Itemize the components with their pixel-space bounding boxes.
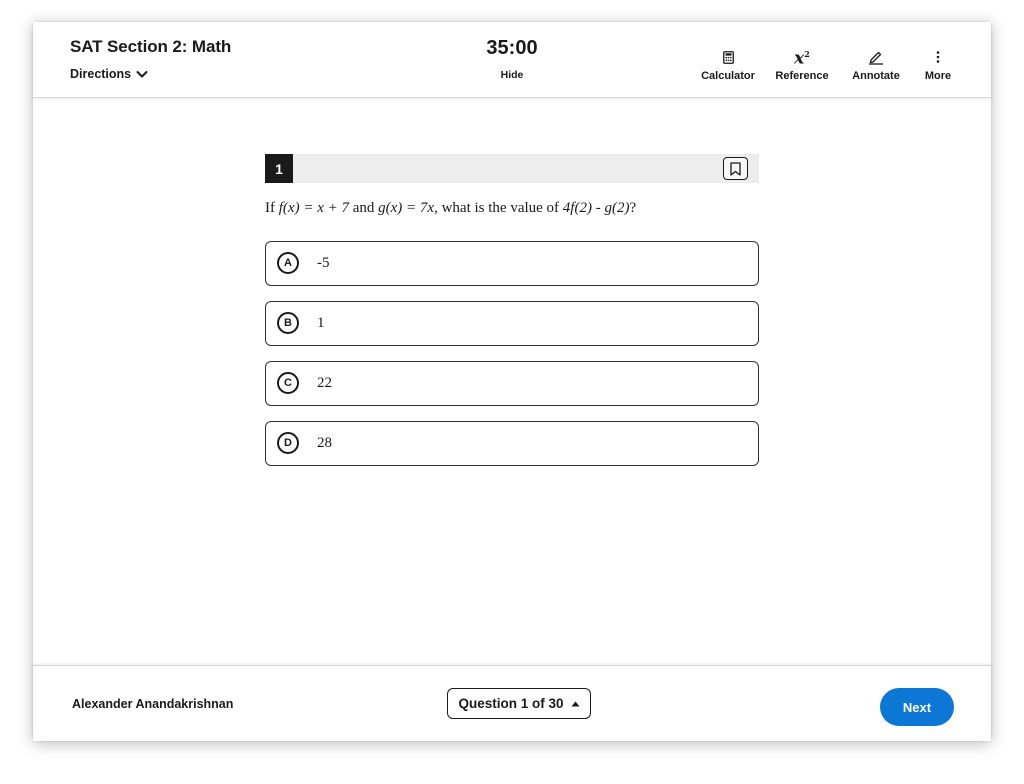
mark-for-review-button[interactable] — [723, 157, 748, 180]
calculator-button[interactable]: Calculator — [700, 48, 756, 82]
bookmark-icon — [730, 161, 741, 176]
more-label: More — [924, 70, 952, 82]
formula-icon-exponent: 2 — [804, 49, 810, 60]
calculator-label: Calculator — [701, 70, 755, 82]
pen-icon — [869, 51, 883, 65]
answer-choice-d[interactable]: D 28 — [265, 421, 759, 466]
formula-icon: x2 — [794, 46, 810, 68]
choice-value-d: 28 — [317, 435, 332, 451]
answer-choice-a[interactable]: A -5 — [265, 241, 759, 286]
annotate-label: Annotate — [852, 70, 900, 82]
vertical-dots-icon — [936, 51, 940, 63]
question-stem: If f(x) = x + 7 and g(x) = 7x, what is t… — [265, 200, 765, 217]
formula-icon-symbol: x — [794, 48, 805, 69]
choice-letter-c: C — [277, 372, 299, 394]
reference-button[interactable]: x2 Reference — [774, 48, 830, 82]
question-navigator-label: Question 1 of 30 — [458, 696, 564, 711]
chevron-down-icon — [136, 70, 148, 77]
choice-letter-b: B — [277, 312, 299, 334]
choice-value-b: 1 — [317, 315, 325, 331]
choice-value-a: -5 — [317, 255, 330, 271]
header-bar: SAT Section 2: Math Directions 35:00 Hid… — [33, 22, 991, 98]
section-title: SAT Section 2: Math — [70, 37, 232, 56]
question-header-bar: 1 — [265, 154, 759, 183]
student-name: Alexander Anandakrishnan — [72, 697, 234, 711]
question-function-g: g(x) = 7x — [378, 200, 435, 216]
reference-label: Reference — [775, 70, 829, 82]
answer-choice-b[interactable]: B 1 — [265, 301, 759, 346]
footer-bar: Alexander Anandakrishnan Question 1 of 3… — [33, 665, 991, 741]
question-navigator-button[interactable]: Question 1 of 30 — [447, 688, 591, 719]
question-number-badge: 1 — [265, 154, 293, 183]
choice-letter-a: A — [277, 252, 299, 274]
question-text-part: ? — [629, 200, 637, 216]
answer-choice-c[interactable]: C 22 — [265, 361, 759, 406]
more-button[interactable]: More — [921, 48, 955, 82]
directions-toggle[interactable]: Directions — [70, 67, 148, 81]
directions-label: Directions — [70, 67, 132, 81]
hide-timer-button[interactable]: Hide — [492, 69, 532, 81]
test-window: SAT Section 2: Math Directions 35:00 Hid… — [33, 22, 991, 741]
question-text-part: and — [348, 200, 379, 216]
question-function-f: f(x) = x + 7 — [278, 200, 349, 216]
choice-value-c: 22 — [317, 375, 332, 391]
caret-up-icon — [571, 701, 580, 706]
calculator-icon — [722, 50, 734, 64]
choice-letter-d: D — [277, 432, 299, 454]
question-text-part: If — [265, 200, 279, 216]
next-button[interactable]: Next — [880, 688, 954, 726]
question-text-part: , what is the value of — [434, 200, 563, 216]
question-expression: 4f(2) - g(2) — [562, 200, 630, 216]
annotate-button[interactable]: Annotate — [850, 48, 902, 82]
